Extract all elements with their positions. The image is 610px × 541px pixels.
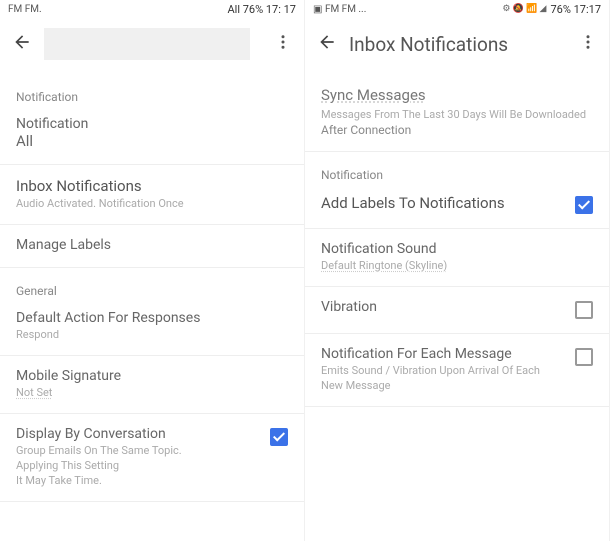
- content: Notification Notification All Inbox Noti…: [0, 70, 304, 541]
- item-vibration[interactable]: Vibration: [305, 291, 609, 329]
- item-manage-labels[interactable]: Manage Labels: [0, 229, 304, 263]
- section-label-notif: Notification: [305, 156, 609, 186]
- item-sub: Default Ringtone (Skyline): [321, 259, 593, 272]
- divider: [0, 267, 304, 268]
- check-sub: Group Emails On The Same Topic.: [16, 444, 270, 457]
- item-title: Default Action For Responses: [16, 310, 288, 326]
- more-icon[interactable]: [274, 33, 292, 55]
- back-icon[interactable]: [317, 32, 337, 56]
- check-sub: It May Take Time.: [16, 474, 270, 487]
- section-label-general: General: [0, 272, 304, 302]
- divider: [0, 355, 304, 356]
- sync-sub2: After Connection: [305, 121, 609, 147]
- content: Sync Messages Messages From The Last 30 …: [305, 70, 609, 541]
- item-each-message[interactable]: Notification For Each Message Emits Soun…: [305, 338, 609, 402]
- item-default-action[interactable]: Default Action For Responses Respond: [0, 302, 304, 351]
- status-left: ▣ FM FM ...: [313, 4, 366, 15]
- page-title: Inbox Notifications: [349, 33, 567, 56]
- divider: [0, 501, 304, 502]
- status-pct: 76% 17:17: [550, 3, 601, 16]
- item-title: Notification: [16, 116, 288, 132]
- status-icons: ⚙ 🔕 📶 ◢: [502, 4, 546, 14]
- title-placeholder: [44, 28, 250, 60]
- item-add-labels[interactable]: Add Labels To Notifications: [305, 186, 609, 224]
- divider: [305, 333, 609, 334]
- divider: [305, 228, 609, 229]
- sync-sub1: Messages From The Last 30 Days Will Be D…: [305, 104, 609, 121]
- checkbox-add-labels[interactable]: [575, 196, 593, 214]
- divider: [0, 164, 304, 165]
- item-sub: Respond: [16, 328, 288, 341]
- item-mobile-signature[interactable]: Mobile Signature Not Set: [0, 360, 304, 409]
- app-bar: [0, 18, 304, 70]
- item-title: Manage Labels: [16, 237, 288, 253]
- check-title: Notification For Each Message: [321, 346, 575, 362]
- item-notification-all[interactable]: Notification All: [0, 108, 304, 160]
- check-sub: Emits Sound / Vibration Upon Arrival Of …: [321, 364, 575, 377]
- check-sub: New Message: [321, 379, 575, 392]
- divider: [305, 151, 609, 152]
- status-bar: ▣ FM FM ... ⚙ 🔕 📶 ◢ 76% 17:17: [305, 0, 609, 18]
- check-sub: Applying This Setting: [16, 459, 270, 472]
- item-sub: Not Set: [16, 386, 288, 399]
- divider: [305, 286, 609, 287]
- item-title: Notification Sound: [321, 241, 593, 257]
- status-left: FM FM.: [8, 4, 42, 15]
- item-sub: Audio Activated. Notification Once: [16, 197, 288, 210]
- item-notification-sound[interactable]: Notification Sound Default Ringtone (Sky…: [305, 233, 609, 282]
- status-right: All 76% 17: 17: [227, 3, 296, 16]
- checkbox-vibration[interactable]: [575, 301, 593, 319]
- checkbox-each-message[interactable]: [575, 348, 593, 366]
- divider: [0, 224, 304, 225]
- app-bar: Inbox Notifications: [305, 18, 609, 70]
- left-screen: FM FM. All 76% 17: 17 Notification Notif…: [0, 0, 305, 541]
- more-icon[interactable]: [579, 33, 597, 55]
- item-value: All: [16, 132, 288, 150]
- status-right: ⚙ 🔕 📶 ◢ 76% 17:17: [502, 3, 601, 16]
- check-title: Display By Conversation: [16, 426, 270, 442]
- right-screen: ▣ FM FM ... ⚙ 🔕 📶 ◢ 76% 17:17 Inbox Noti…: [305, 0, 610, 541]
- divider: [0, 413, 304, 414]
- checkbox-display-conversation[interactable]: [270, 428, 288, 446]
- section-label-notif1: Notification: [0, 78, 304, 108]
- status-bar: FM FM. All 76% 17: 17: [0, 0, 304, 18]
- item-display-conversation[interactable]: Display By Conversation Group Emails On …: [0, 418, 304, 497]
- check-title: Add Labels To Notifications: [321, 194, 575, 212]
- back-icon[interactable]: [12, 32, 32, 56]
- item-inbox-notifications[interactable]: Inbox Notifications Audio Activated. Not…: [0, 169, 304, 220]
- camera-icon: ▣: [313, 4, 322, 15]
- check-title: Vibration: [321, 299, 575, 315]
- divider: [305, 406, 609, 407]
- item-title: Mobile Signature: [16, 368, 288, 384]
- item-sync-messages[interactable]: Sync Messages: [305, 86, 609, 104]
- item-title: Inbox Notifications: [16, 177, 288, 195]
